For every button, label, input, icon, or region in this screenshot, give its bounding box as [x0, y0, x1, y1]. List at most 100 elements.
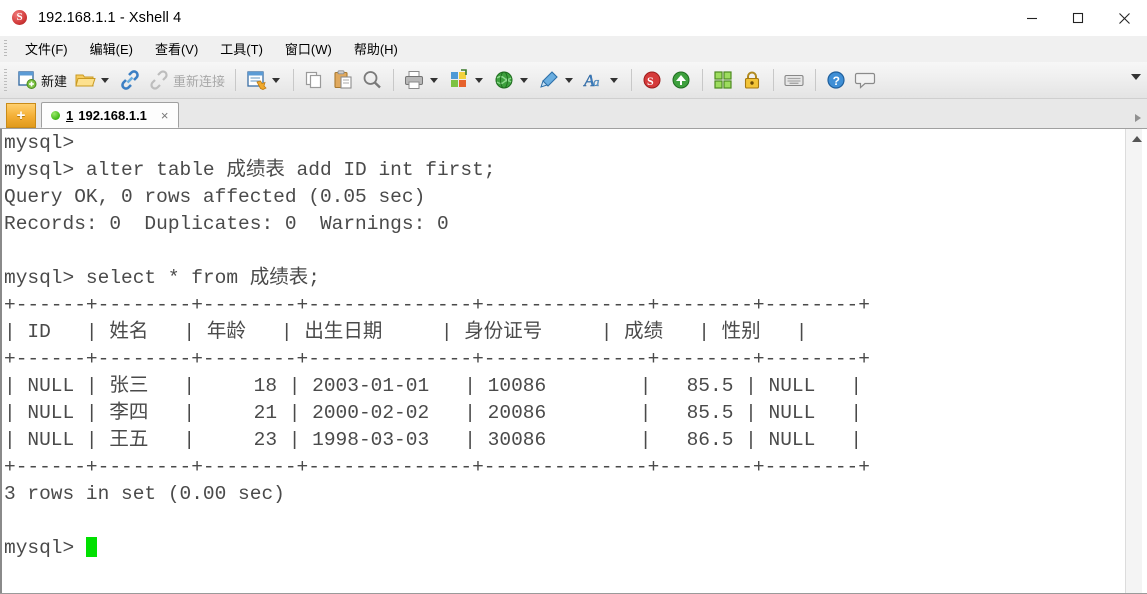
chevron-up-icon	[1131, 136, 1142, 142]
keyboard-button[interactable]	[780, 66, 808, 94]
web-browser-button[interactable]	[490, 66, 534, 94]
copy-icon	[303, 69, 325, 91]
menu-file[interactable]: 文件(F)	[14, 36, 79, 61]
session-manager-button[interactable]	[242, 66, 286, 94]
terminal-output: mysql> mysql> alter table 成绩表 add ID int …	[4, 130, 1125, 562]
highlight-caret-icon[interactable]	[565, 77, 574, 83]
terminal-screen[interactable]: mysql> mysql> alter table 成绩表 add ID int …	[0, 129, 1125, 593]
title-bar: S 192.168.1.1 - Xshell 4	[0, 0, 1147, 36]
close-button[interactable]	[1101, 0, 1147, 36]
print-button[interactable]	[400, 66, 444, 94]
highlight-icon	[538, 69, 560, 91]
terminal-line: Records: 0 Duplicates: 0 Warnings: 0	[4, 213, 449, 235]
open-folder-icon	[74, 69, 96, 91]
chat-button[interactable]	[851, 66, 879, 94]
color-scheme-button[interactable]	[445, 66, 489, 94]
new-tab-button[interactable]: +	[6, 103, 36, 128]
chat-icon	[854, 69, 876, 91]
tab-close-icon[interactable]: ×	[161, 108, 169, 123]
session-manager-caret-icon[interactable]	[272, 77, 281, 83]
toolbar-overflow-icon[interactable]	[1131, 74, 1141, 80]
paste-icon	[332, 69, 354, 91]
svg-text:S: S	[647, 74, 654, 88]
terminal-line: 3 rows in set (0.00 sec)	[4, 483, 285, 505]
xagent-icon	[670, 69, 692, 91]
find-icon	[361, 69, 383, 91]
keyboard-icon	[783, 69, 805, 91]
connect-icon	[119, 69, 141, 91]
color-scheme-icon	[448, 69, 470, 91]
color-scheme-caret-icon[interactable]	[475, 77, 484, 83]
tab-status-connected-icon	[51, 110, 60, 120]
menu-window[interactable]: 窗口(W)	[274, 36, 343, 61]
new-session-icon	[16, 69, 38, 91]
toolbar: 新建 重新连接 A a S ?	[0, 62, 1147, 99]
xshell-window: S 192.168.1.1 - Xshell 4 文件(F) 编辑(E) 查看(…	[0, 0, 1147, 594]
terminal-line: +------+--------+--------+--------------…	[4, 294, 870, 316]
disconnect-icon	[148, 69, 170, 91]
highlight-button[interactable]	[535, 66, 579, 94]
menu-edit[interactable]: 编辑(E)	[79, 36, 144, 61]
menu-view[interactable]: 查看(V)	[144, 36, 209, 61]
xftp-icon: S	[641, 69, 663, 91]
terminal-line: +------+--------+--------+--------------…	[4, 456, 870, 478]
open-folder-button[interactable]	[71, 66, 115, 94]
find-button[interactable]	[358, 66, 386, 94]
svg-text:?: ?	[833, 74, 840, 88]
xshell-button[interactable]: S	[638, 66, 666, 94]
minimize-button[interactable]	[1009, 0, 1055, 36]
reconnect-button: 重新连接	[145, 66, 228, 94]
xagent-button[interactable]	[667, 66, 695, 94]
toolbar-separator-2	[293, 69, 295, 91]
web-browser-icon	[493, 69, 515, 91]
reconnect-label: 重新连接	[173, 73, 226, 89]
new-tab-plus-icon: +	[16, 107, 26, 124]
maximize-button[interactable]	[1055, 0, 1101, 36]
font-button[interactable]: A a	[580, 66, 624, 94]
terminal-line: mysql>	[4, 132, 75, 154]
toolbar-separator-7	[815, 69, 817, 91]
xshell-logo-icon: S	[10, 8, 30, 28]
tab-scroll-right-icon[interactable]	[1135, 114, 1141, 122]
toolbar-separator-4	[631, 69, 633, 91]
terminal-cursor	[85, 537, 97, 557]
svg-text:a: a	[593, 74, 600, 89]
menu-bar: 文件(F) 编辑(E) 查看(V) 工具(T) 窗口(W) 帮助(H)	[0, 36, 1147, 62]
copy-button[interactable]	[300, 66, 328, 94]
tab-index: 1	[66, 107, 74, 123]
lock-button[interactable]	[738, 66, 766, 94]
print-caret-icon[interactable]	[430, 77, 439, 83]
terminal-line: | NULL | 王五 | 23 | 1998-03-03 | 30086 | …	[4, 429, 863, 451]
terminal-line: +------+--------+--------+--------------…	[4, 348, 870, 370]
lock-icon	[741, 69, 763, 91]
terminal-line: Query OK, 0 rows affected (0.05 sec)	[4, 186, 426, 208]
toolbar-grip[interactable]	[4, 69, 7, 92]
help-button[interactable]: ?	[822, 66, 850, 94]
menu-help[interactable]: 帮助(H)	[343, 36, 409, 61]
new-session-button[interactable]: 新建	[13, 66, 70, 94]
connect-button[interactable]	[116, 66, 144, 94]
menu-tools[interactable]: 工具(T)	[209, 36, 274, 61]
font-caret-icon[interactable]	[610, 77, 619, 83]
paste-button[interactable]	[329, 66, 357, 94]
terminal-line: mysql> alter table 成绩表 add ID int first;	[4, 159, 496, 181]
session-manager-icon	[245, 69, 267, 91]
window-title: 192.168.1.1 - Xshell 4	[38, 10, 182, 26]
terminal-prompt: mysql>	[4, 537, 86, 559]
terminal-line: | NULL | 张三 | 18 | 2003-01-01 | 10086 | …	[4, 375, 863, 397]
toolbar-separator-5	[702, 69, 704, 91]
web-browser-caret-icon[interactable]	[520, 77, 529, 83]
new-session-label: 新建	[41, 73, 68, 89]
terminal-prompt-line: mysql>	[4, 535, 1125, 562]
terminal-area: mysql> mysql> alter table 成绩表 add ID int …	[0, 129, 1147, 593]
print-icon	[403, 69, 425, 91]
toolbar-separator-3	[393, 69, 395, 91]
font-icon: A a	[583, 69, 605, 91]
tab-title: 192.168.1.1	[78, 107, 147, 123]
help-icon: ?	[825, 69, 847, 91]
layout-button[interactable]	[709, 66, 737, 94]
open-folder-caret-icon[interactable]	[101, 77, 110, 83]
session-tab-1[interactable]: 1 192.168.1.1 ×	[41, 102, 179, 128]
